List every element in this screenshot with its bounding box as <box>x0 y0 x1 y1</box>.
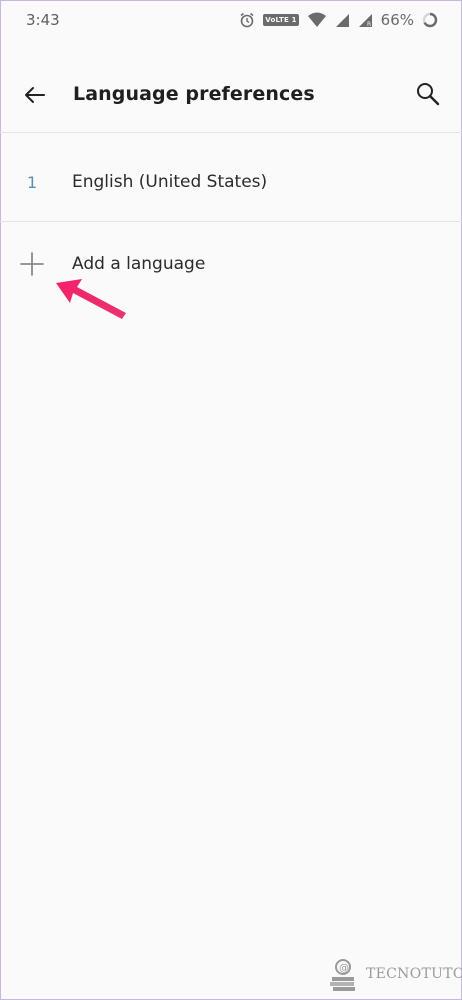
page-title: Language preferences <box>73 83 315 105</box>
wifi-icon <box>307 12 326 27</box>
watermark: @ TECNOTUTO <box>326 955 462 995</box>
language-index: 1 <box>27 173 38 192</box>
svg-text:@: @ <box>339 963 349 974</box>
language-name: English (United States) <box>72 172 268 192</box>
app-bar: Language preferences <box>0 56 462 133</box>
volte-badge: VoLTE 1 <box>263 14 299 26</box>
language-item[interactable]: 1 English (United States) <box>0 133 462 222</box>
add-language-label: Add a language <box>72 254 206 274</box>
status-time: 3:43 <box>26 11 60 29</box>
status-icons: VoLTE 1 R 66% <box>239 9 438 31</box>
battery-percent: 66% <box>380 11 414 29</box>
book-stack-logo-icon: @ <box>330 959 355 991</box>
signal-icon <box>335 13 349 27</box>
status-bar: 3:43 VoLTE 1 R 66% <box>0 0 462 40</box>
arrow-left-icon <box>25 87 45 103</box>
annotation-arrow-icon <box>56 279 126 319</box>
battery-icon <box>422 12 438 28</box>
search-icon <box>417 83 440 106</box>
alarm-icon <box>240 12 254 28</box>
signal-roaming-icon: R <box>358 13 372 28</box>
plus-icon <box>20 252 44 276</box>
search-button[interactable] <box>411 77 445 111</box>
watermark-text: TECNOTUTO <box>366 966 462 982</box>
back-button[interactable] <box>18 78 52 112</box>
svg-text:R: R <box>367 21 371 28</box>
